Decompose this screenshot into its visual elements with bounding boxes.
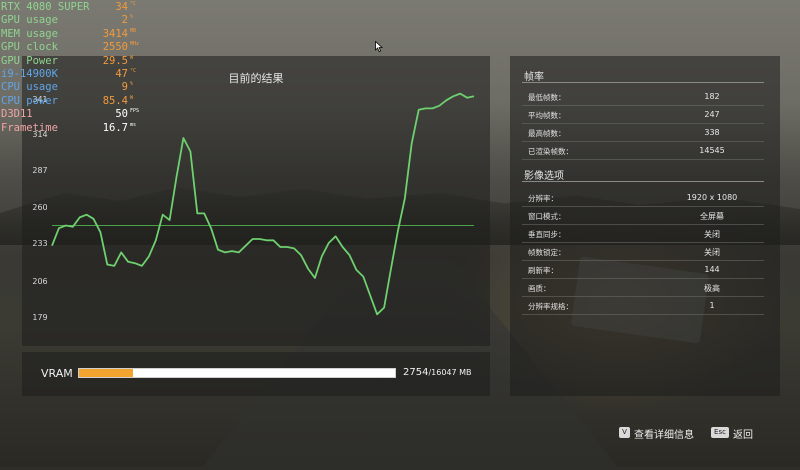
osd-metric-value: 50 [115, 108, 128, 121]
osd-row: GPU usage 2% [1, 14, 133, 27]
y-tick-label: 179 [32, 313, 48, 322]
stat-value: 182 [704, 92, 720, 101]
osd-metric-value: 16.7 [102, 121, 128, 134]
osd-row: MEM usage 3414 MB [1, 27, 136, 41]
stat-key: 平均帧数： [528, 111, 566, 120]
option-row-quality: 画质： 极高 [522, 279, 764, 297]
osd-metric-value: 3414 [102, 27, 128, 40]
y-tick-label: 287 [32, 166, 48, 175]
osd-row: GPU Power 29.5 W [1, 54, 133, 68]
osd-metric-value: 2550 [102, 41, 128, 54]
option-key: 分辨率规格： [528, 302, 573, 311]
option-row-vsync: 垂直同步： 关闭 [522, 225, 764, 243]
vram-usage-bar [78, 368, 396, 378]
osd-metric-name: GPU usage [1, 14, 58, 27]
osd-row: D3D11 50 FPS [1, 108, 139, 121]
option-value: 全屏幕 [700, 212, 724, 221]
stat-row-rendered-frames: 已渲染帧数： 14545 [522, 142, 764, 160]
vram-used: 2754 [403, 367, 429, 378]
option-key: 刷新率： [528, 266, 558, 275]
stat-value: 247 [704, 110, 720, 119]
esc-key-icon: Esc [711, 427, 729, 438]
osd-metric-unit: °C [130, 68, 137, 74]
option-value: 关闭 [704, 248, 720, 257]
stat-row-avg-fps: 平均帧数： 247 [522, 106, 764, 124]
osd-metric-value: 2 [121, 14, 128, 27]
osd-metric-name: MEM usage [1, 27, 58, 40]
osd-metric-unit: % [130, 81, 134, 88]
option-row-resolution: 分辨率： 1920 x 1080 [522, 189, 764, 207]
osd-metric-unit: MHz [130, 41, 140, 48]
osd-metric-unit: ms [130, 121, 137, 128]
option-row-frame-lock: 帧数锁定： 关闭 [522, 243, 764, 261]
vram-total: /16047 MB [428, 368, 472, 377]
osd-row: CPU usage 9% [1, 81, 133, 94]
osd-metric-value: 9 [121, 81, 128, 94]
option-key: 画质： [528, 284, 551, 293]
osd-metric-name: GPU clock [1, 41, 58, 54]
osd-metric-name: RTX 4080 SUPER [1, 1, 90, 13]
option-key: 帧数锁定： [528, 248, 566, 257]
framerate-section-title: 帧率 [524, 72, 544, 83]
osd-metric-value: 47 [115, 68, 128, 80]
stat-value: 338 [704, 128, 720, 137]
osd-metric-name: CPU power [1, 94, 58, 107]
option-value: 极高 [704, 284, 720, 293]
osd-metric-value: 34 [115, 1, 128, 13]
stat-key: 最低帧数： [528, 93, 566, 102]
vram-label: VRAM [41, 367, 73, 380]
back-button[interactable]: 返回 [733, 426, 753, 441]
osd-metric-name: D3D11 [1, 108, 33, 121]
v-key-icon: V [619, 427, 630, 438]
osd-row: GPU clock 2550 MHz [1, 41, 139, 54]
option-row-window-mode: 窗口模式： 全屏幕 [522, 207, 764, 225]
osd-metric-name: Frametime [1, 121, 58, 134]
y-tick-label: 260 [32, 203, 48, 212]
vram-value: 2754/16047 MB [403, 367, 472, 378]
video-options-section-title: 影像选项 [524, 171, 564, 182]
osd-metric-unit: W [130, 54, 134, 61]
osd-metric-name: GPU Power [1, 54, 58, 67]
osd-row: Frametime 16.7 ms [1, 121, 136, 135]
osd-metric-unit: % [130, 14, 134, 21]
option-value: 144 [704, 265, 720, 274]
stat-row-min-fps: 最低帧数： 182 [522, 88, 764, 106]
y-tick-label: 233 [32, 239, 48, 248]
option-key: 窗口模式： [528, 212, 566, 221]
option-value: 1920 x 1080 [686, 193, 738, 202]
osd-metric-name: i9-14900K [1, 68, 58, 80]
osd-row: CPU power 85.4 W [1, 94, 133, 108]
option-row-refresh-rate: 刷新率： 144 [522, 261, 764, 279]
section-divider [522, 181, 764, 182]
y-tick-label: 206 [32, 277, 48, 286]
mouse-cursor-icon [375, 41, 383, 52]
option-key: 分辨率： [528, 194, 558, 203]
option-value: 关闭 [704, 230, 720, 239]
osd-metric-unit: FPS [130, 108, 140, 115]
osd-row: RTX 4080 SUPER 34 °C [1, 1, 136, 14]
stat-key: 已渲染帧数： [528, 147, 573, 156]
osd-metric-name: CPU usage [1, 81, 58, 94]
stat-row-max-fps: 最高帧数： 338 [522, 124, 764, 142]
osd-metric-unit: W [130, 94, 134, 101]
osd-metric-value: 29.5 [102, 54, 128, 67]
view-details-button[interactable]: 查看详细信息 [634, 426, 694, 441]
option-key: 垂直同步： [528, 230, 566, 239]
stat-key: 最高帧数： [528, 129, 566, 138]
option-row-resolution-scale: 分辨率规格： 1 [522, 297, 764, 315]
osd-row: i9-14900K 47 °C [1, 68, 136, 81]
vram-usage-fill [79, 369, 134, 377]
osd-metric-unit: °C [130, 1, 137, 7]
osd-metric-unit: MB [130, 27, 137, 34]
osd-metric-value: 85.4 [102, 94, 128, 107]
option-value: 1 [709, 301, 715, 310]
stat-value: 14545 [699, 146, 725, 155]
section-divider [522, 82, 764, 83]
